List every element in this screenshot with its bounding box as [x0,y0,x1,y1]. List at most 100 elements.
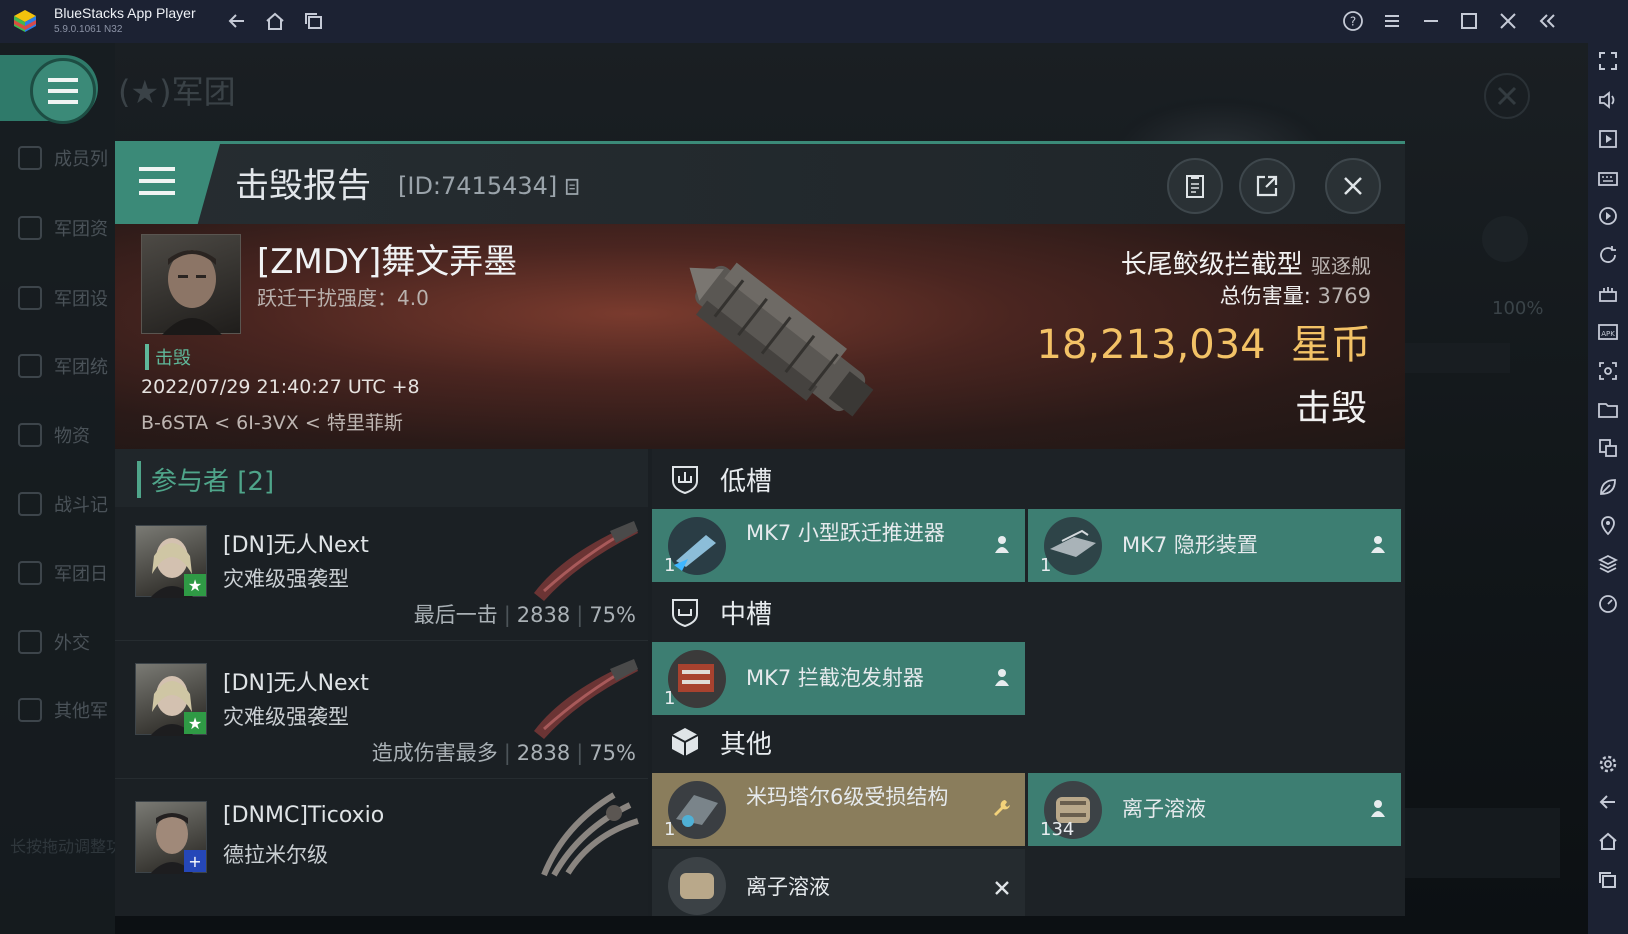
background-zoom-label: 100% [1492,298,1544,319]
ion-solution-icon [668,857,726,915]
menu-icon[interactable] [1381,10,1403,32]
pilot-face-icon [162,250,222,335]
apk-install-icon[interactable]: APK [1597,321,1619,343]
minimize-icon[interactable] [1420,10,1442,32]
rotate-icon[interactable] [1597,244,1619,266]
module-name: MK7 拦截泡发射器 [746,666,924,690]
close-icon [1344,177,1362,195]
macro-icon[interactable] [1597,205,1619,227]
mid-slot-header: 中槽 [652,582,1405,642]
background-close-button[interactable] [1484,73,1530,119]
other-title: 其他 [720,729,773,760]
background-share-button[interactable] [1482,216,1528,262]
participant-row[interactable]: ★ [DN]无人Next 灾难级强袭型 最后一击 | 2838 | 75% [115,507,648,641]
app-version: 5.9.0.1061 N32 [54,24,123,35]
module-name: MK7 隐形装置 [1122,533,1258,557]
fullscreen-icon[interactable] [1597,50,1619,72]
report-id[interactable]: [ID:7415434] [398,172,581,200]
wrench-icon [991,797,1013,819]
module-quantity: 1 [664,819,676,840]
person-icon [991,533,1013,555]
person-icon [1367,533,1389,555]
media-icon[interactable] [1597,128,1619,150]
screenshot-icon[interactable] [1597,360,1619,382]
dialog-header: 击毁报告 [ID:7415434] [115,144,1405,227]
close-window-icon[interactable] [1497,10,1519,32]
participant-row[interactable]: ★ [DN]无人Next 灾难级强袭型 造成伤害最多 | 2838 | 75% [115,645,648,779]
module-card[interactable]: 1 MK7 小型跃迁推进器 [652,509,1025,582]
location-icon[interactable] [1597,514,1619,536]
module-name: MK7 小型跃迁推进器 [746,521,945,545]
share-button[interactable] [1239,158,1295,214]
victim-ship-class[interactable]: 长尾鲛级拦截型 驱逐舰 [1121,244,1371,281]
module-name: 米玛塔尔6级受损结构 [746,785,949,809]
participant-stats: 最后一击 | 2838 | 75% [413,603,636,627]
copy-icon [565,178,579,195]
close-icon [1497,86,1517,106]
module-card[interactable]: 1 MK7 隐形装置 [1028,509,1401,582]
help-icon[interactable]: ? [1342,10,1364,32]
module-quantity: 1 [664,555,676,576]
main-menu-button[interactable] [30,58,96,124]
share-icon [1256,175,1278,197]
collapse-sidebar-icon[interactable] [1536,10,1558,32]
module-quantity: 134 [1040,819,1075,840]
bg-menu-item: 其他军 [18,695,108,725]
multi-instance-icon[interactable] [1597,437,1619,459]
mid-slot-icon [668,595,702,629]
game-viewport: 成员列 军团资 军团设 军团统 物资 战斗记 军团日 外交 其他军 (★)军团 … [0,43,1588,934]
bg-menu-item: 军团资 [18,213,108,243]
maximize-icon[interactable] [1458,10,1480,32]
layers-icon[interactable] [1597,553,1619,575]
hamburger-icon [48,78,78,104]
recent-apps-icon[interactable] [303,10,325,32]
bg-menu-item: 战斗记 [18,489,108,519]
kill-datetime: 2022/07/29 21:40:27 UTC +8 [141,376,420,398]
jump-interference: 跃迁干扰强度：4.0 [257,286,429,310]
bluestacks-logo-icon [14,10,36,32]
module-card[interactable]: 1 MK7 拦截泡发射器 [652,642,1025,715]
participant-ship: 灾难级强袭型 [223,705,349,729]
module-card[interactable]: 1 米玛塔尔6级受损结构 [652,773,1025,846]
folder-icon[interactable] [1597,399,1619,421]
participant-row[interactable]: + [DNMC]Ticoxio 德拉米尔级 [115,783,648,916]
participant-stats: 造成伤害最多 | 2838 | 75% [371,741,636,765]
participant-ship-image [541,792,639,877]
total-damage: 总伤害量: 3769 [1219,284,1371,308]
dialog-menu-button[interactable] [115,144,220,227]
victim-ship-image[interactable] [655,232,895,442]
home-icon[interactable] [1597,830,1619,852]
keyboard-icon[interactable] [1597,167,1619,189]
module-card[interactable]: 134 离子溶液 [1028,773,1401,846]
background-legion-menu: 成员列 军团资 军团设 军团统 物资 战斗记 军团日 外交 其他军 [0,43,115,934]
participant-name: [DNMC]Ticoxio [223,803,385,828]
module-card[interactable]: 离子溶液 [652,849,1025,916]
dialog-close-button[interactable] [1325,158,1381,214]
volume-icon[interactable] [1597,89,1619,111]
svg-text:?: ? [1350,15,1356,29]
other-header: 其他 [652,712,1405,772]
victim-name[interactable]: [ZMDY]舞文弄墨 [257,234,517,283]
home-icon[interactable] [264,10,286,32]
kill-report-dialog: 击毁报告 [ID:7415434] [ZMDY]舞文弄墨 跃迁干扰强度：4.0 … [115,141,1405,916]
person-icon [991,666,1013,688]
participants-title: 参与者 [2] [137,461,274,498]
app-title: BlueStacks App Player [54,5,196,21]
plus-icon: + [184,850,206,872]
settings-gear-icon[interactable] [1597,753,1619,775]
speed-icon[interactable] [1597,592,1619,614]
performance-icon[interactable] [1597,283,1619,305]
victim-banner: [ZMDY]舞文弄墨 跃迁干扰强度：4.0 击毁 2022/07/29 21:4… [115,224,1405,449]
back-arrow-icon[interactable] [1597,791,1619,813]
background-title: (★)军团 [118,73,236,111]
person-icon [1367,797,1389,819]
eco-mode-icon[interactable] [1597,476,1619,498]
victim-portrait[interactable] [141,234,241,335]
recent-apps-icon[interactable] [1597,869,1619,891]
kill-location[interactable]: B-6STA < 6I-3VX < 特里菲斯 [141,408,403,435]
report-clipboard-button[interactable] [1167,158,1223,214]
svg-text:APK: APK [1601,330,1615,338]
back-arrow-icon[interactable] [226,10,248,32]
participant-avatar: ★ [135,525,207,598]
star-icon: ★ [184,574,206,596]
